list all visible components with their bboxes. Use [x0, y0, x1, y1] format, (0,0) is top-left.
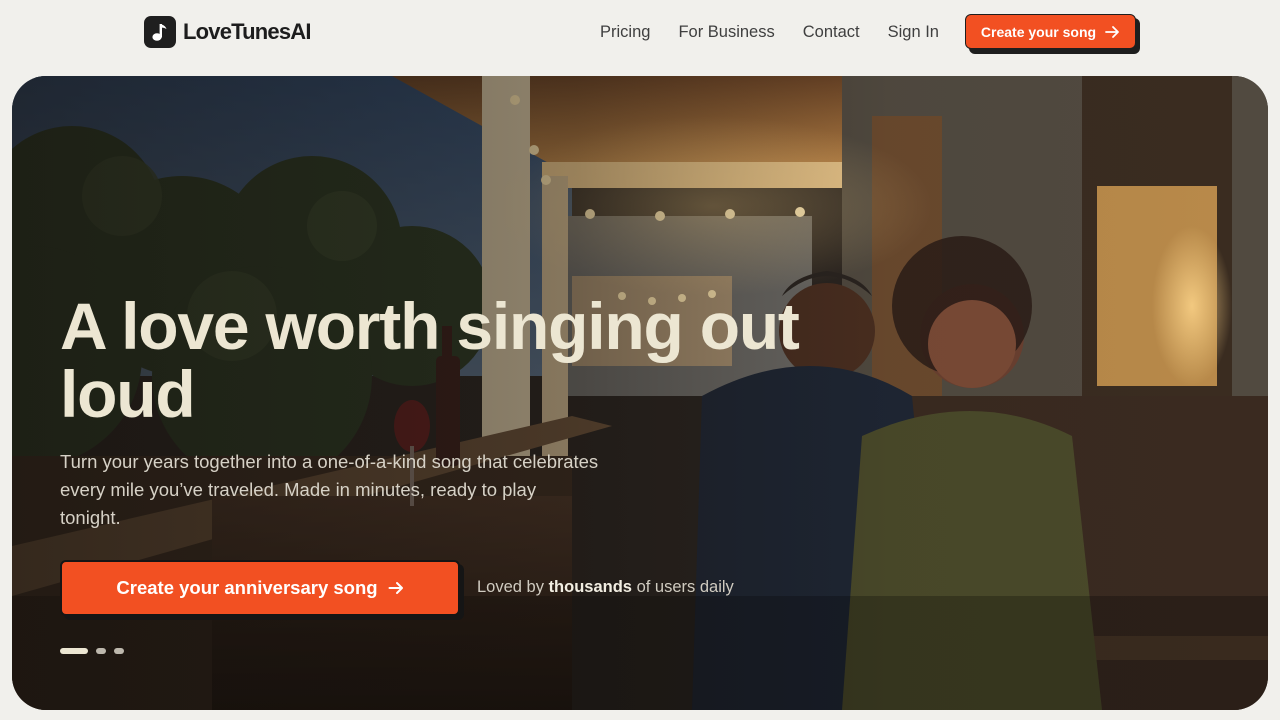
site-header: LoveTunesAI Pricing For Business Contact… [0, 0, 1280, 64]
brand-name: LoveTunesAI [183, 19, 312, 44]
carousel-dot-2[interactable] [96, 648, 106, 654]
social-proof-suffix: of users daily [631, 578, 734, 596]
social-proof-prefix: Loved by [477, 578, 549, 596]
brand-logo[interactable]: LoveTunesAI [144, 16, 312, 48]
create-song-label: Create your song [980, 23, 1097, 40]
create-song-button[interactable]: Create your song [965, 14, 1136, 49]
carousel-dot-1[interactable] [60, 648, 88, 654]
hero-section: A love worth singing out loud Turn your … [12, 76, 1268, 710]
create-anniversary-song-label: Create your anniversary song [116, 577, 378, 598]
nav-contact[interactable]: Contact [803, 23, 860, 42]
create-anniversary-song-button[interactable]: Create your anniversary song [60, 560, 460, 616]
carousel-indicators [60, 648, 132, 654]
hero-cta-container: Create your anniversary song [60, 560, 464, 620]
header-cta-container: Create your song [965, 14, 1140, 54]
carousel-dot-3[interactable] [114, 648, 124, 654]
music-note-icon [144, 16, 176, 48]
main-nav: Pricing For Business Contact Sign In [600, 21, 939, 43]
nav-pricing[interactable]: Pricing [600, 23, 650, 42]
social-proof-text: Loved by thousands of users daily [477, 578, 734, 600]
hero-title: A love worth singing out loud [60, 289, 800, 431]
social-proof-highlight: thousands [548, 578, 632, 596]
arrow-right-icon [388, 582, 403, 594]
nav-sign-in[interactable]: Sign In [888, 23, 939, 42]
hero-subtitle: Turn your years together into a one-of-a… [60, 451, 599, 528]
nav-for-business[interactable]: For Business [678, 23, 774, 42]
arrow-right-icon [1105, 25, 1119, 38]
